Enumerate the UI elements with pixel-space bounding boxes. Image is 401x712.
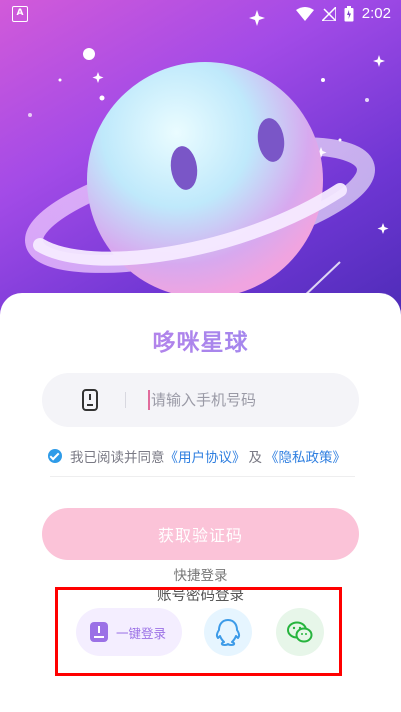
wechat-login-button[interactable]: [276, 608, 324, 656]
field-divider: [125, 392, 126, 408]
battery-icon: [344, 5, 354, 21]
privacy-policy-link[interactable]: 《隐私政策》: [265, 446, 346, 466]
wifi-icon: [295, 6, 314, 21]
app-logo-title: 哆咪星球: [0, 323, 401, 357]
one-click-login-label: 一键登录: [116, 625, 167, 641]
planet-illustration: [25, 10, 389, 301]
password-login-link[interactable]: 账号密码登录: [0, 584, 401, 605]
agreement-prefix: 我已阅读并同意: [70, 450, 165, 466]
agreement-row: 我已阅读并同意 《用户协议》 及 《隐私政策》: [48, 446, 346, 466]
one-click-login-button[interactable]: 一键登录: [76, 608, 182, 656]
wechat-icon: [287, 621, 313, 643]
hero-banner: A 2:02: [0, 0, 401, 330]
text-caret: [148, 390, 150, 410]
agreement-and: 及: [248, 450, 263, 466]
qq-login-button[interactable]: [204, 608, 252, 656]
get-verification-code-button[interactable]: 获取验证码: [42, 508, 359, 560]
quick-login-options: 一键登录: [76, 608, 326, 658]
phone-icon: [82, 389, 98, 411]
quick-login-title: 快捷登录: [173, 568, 228, 584]
agreement-checkbox[interactable]: [48, 449, 62, 463]
phone-number-field[interactable]: [42, 373, 359, 427]
app-notification-icon: A: [12, 6, 28, 22]
phone-login-icon: [90, 622, 108, 642]
status-bar: A 2:02: [0, 0, 401, 28]
divider: [50, 476, 355, 477]
signal-icon: [321, 6, 336, 21]
clock: 2:02: [361, 5, 391, 22]
user-agreement-link[interactable]: 《用户协议》: [165, 446, 246, 466]
qq-icon: [215, 619, 241, 646]
phone-input[interactable]: [151, 385, 341, 415]
